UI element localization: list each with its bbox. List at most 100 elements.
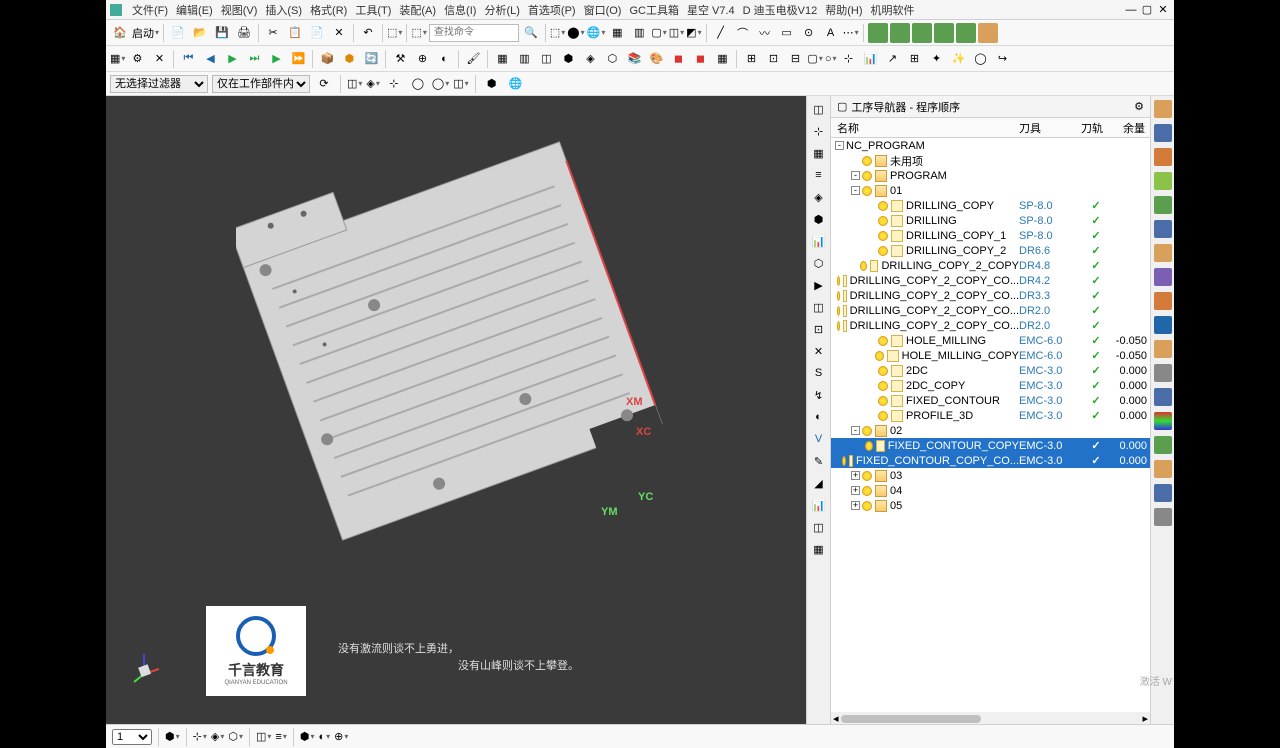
graphics-viewport[interactable]: XM XC YC YM 千言教育 QIANYAN EDUCATION 没有激流则… [106,96,806,724]
col-tool[interactable]: 刀具 [1019,120,1081,136]
menu-item[interactable]: 格式(R) [306,0,351,20]
excel4-icon[interactable] [934,23,954,43]
bt2-dropdown[interactable]: ⊹▾ [193,730,207,743]
pin-icon[interactable]: ▢ [837,100,847,113]
prev-start-icon[interactable]: ⏮ [178,49,198,69]
wire-dropdown[interactable]: ◫▾ [669,26,684,39]
curve-icon[interactable]: ⊙ [799,23,819,43]
tree-row[interactable]: DRILLING_COPY_2_COPY_CO...DR2.0✓ [831,318,1150,333]
view-globe-dropdown[interactable]: 🌐▾ [587,26,606,39]
snap2-dropdown[interactable]: ◈▾ [366,77,379,90]
rs8-icon[interactable] [1154,268,1172,286]
view-sphere-dropdown[interactable]: ⬤▾ [567,26,584,39]
snap4-icon[interactable]: ◯ [408,74,428,94]
render-dropdown[interactable]: ▢▾ [651,26,666,39]
step-icon[interactable]: ⏩ [288,49,308,69]
op4-icon[interactable]: ⬢ [558,49,578,69]
line-icon[interactable]: ╱ [711,23,731,43]
op10-icon[interactable]: ◼ [690,49,710,69]
excel2-icon[interactable] [890,23,910,43]
operation-tree[interactable]: -NC_PROGRAM未用项-PROGRAM-01DRILLING_COPYSP… [831,138,1150,712]
menu-item[interactable]: 装配(A) [395,0,440,20]
strip-s13-icon[interactable]: ✎ [810,452,828,470]
print-icon[interactable]: 🖨 [234,23,254,43]
menu-item[interactable]: 首选项(P) [524,0,580,20]
snap6-dropdown[interactable]: ◫▾ [453,77,468,90]
close-button[interactable]: ✕ [1156,3,1170,17]
menu-item[interactable]: 窗口(O) [580,0,626,20]
strip-s10-icon[interactable]: ↯ [810,386,828,404]
menu-item[interactable]: 分析(L) [480,0,523,20]
arrow-icon[interactable]: ↪ [993,49,1013,69]
tree-row[interactable]: DRILLINGSP-8.0✓ [831,213,1150,228]
wand-icon[interactable]: ✨ [949,49,969,69]
create-tool-icon[interactable]: ⚙ [127,49,147,69]
scope-filter-select[interactable]: 仅在工作部件内 [212,75,310,93]
menu-item[interactable]: 编辑(E) [172,0,217,20]
strip-layer-icon[interactable]: ≡ [810,166,828,184]
search-icon[interactable]: 🔍 [521,23,541,43]
brush-icon[interactable]: 🖌 [463,49,483,69]
op2-icon[interactable]: ▥ [514,49,534,69]
menu-item[interactable]: 星空 V7.4 [683,0,739,20]
gear-icon[interactable]: ⚙ [1134,100,1144,113]
strip-s9-icon[interactable]: S [810,364,828,382]
copy-icon[interactable]: 📋 [285,23,305,43]
snap7-icon[interactable]: ⬢ [482,74,502,94]
undo-icon[interactable]: ↶ [358,23,378,43]
view-cube-dropdown[interactable]: ⬚▾ [550,26,565,39]
tree-row[interactable]: DRILLING_COPY_2_COPY_CO...DR4.2✓ [831,273,1150,288]
rs17-icon[interactable] [1154,484,1172,502]
rs10-icon[interactable] [1154,316,1172,334]
op9-icon[interactable]: ◼ [668,49,688,69]
bt3-dropdown[interactable]: ◈▾ [211,730,224,743]
strip-s14-icon[interactable]: ◢ [810,474,828,492]
rs1-icon[interactable] [1154,100,1172,118]
strip-s1-icon[interactable]: ◈ [810,188,828,206]
rs7-icon[interactable] [1154,244,1172,262]
excel5-icon[interactable] [956,23,976,43]
turn-icon[interactable]: ◐ [434,49,454,69]
col-extra[interactable]: 余量 [1111,120,1149,136]
generate-icon[interactable]: 📦 [317,49,337,69]
maximize-button[interactable]: ▢ [1140,3,1154,17]
op3-icon[interactable]: ◫ [536,49,556,69]
tree-row[interactable]: DRILLING_COPY_2_COPY_CO...DR2.0✓ [831,303,1150,318]
strip-s4-icon[interactable]: ⬡ [810,254,828,272]
create-geom-icon[interactable]: ✕ [149,49,169,69]
rs13-icon[interactable] [1154,388,1172,406]
op5-icon[interactable]: ◈ [580,49,600,69]
circle-dropdown[interactable]: ○▾ [825,53,837,65]
rs18-icon[interactable] [1154,508,1172,526]
tree-row[interactable]: 2DC_COPYEMC-3.0✓0.000 [831,378,1150,393]
tree-row[interactable]: FIXED_CONTOUREMC-3.0✓0.000 [831,393,1150,408]
tree-row[interactable]: -PROGRAM [831,168,1150,183]
rs2-icon[interactable] [1154,124,1172,142]
strip-tree-icon[interactable]: ⊹ [810,122,828,140]
col-path[interactable]: 刀轨 [1081,120,1111,136]
text-icon[interactable]: A [821,23,841,43]
save-icon[interactable]: 💾 [212,23,232,43]
minimize-button[interactable]: — [1124,3,1138,17]
col-name[interactable]: 名称 [831,120,1019,136]
filter-sync-icon[interactable]: ⟳ [314,74,334,94]
strip-s7-icon[interactable]: ⊡ [810,320,828,338]
more-dropdown[interactable]: ⋯▾ [843,26,859,39]
tree-row[interactable]: +04 [831,483,1150,498]
menu-item[interactable]: D 迪玉电极V12 [739,0,822,20]
op1-icon[interactable]: ▦ [492,49,512,69]
sheet-icon[interactable]: ▥ [629,23,649,43]
rs12-icon[interactable] [1154,364,1172,382]
play-icon[interactable]: ▶ [266,49,286,69]
rs15-icon[interactable] [1154,436,1172,454]
op6-icon[interactable]: ⬡ [602,49,622,69]
menu-item[interactable]: 插入(S) [261,0,306,20]
op11-icon[interactable]: ▦ [712,49,732,69]
menu-item[interactable]: 视图(V) [217,0,262,20]
snap1-dropdown[interactable]: ◫▾ [347,77,362,90]
home-icon[interactable]: 🏠 [110,23,130,43]
rs11-icon[interactable] [1154,340,1172,358]
menu-item[interactable]: 帮助(H) [821,0,866,20]
tree-row[interactable]: HOLE_MILLINGEMC-6.0✓-0.050 [831,333,1150,348]
tree-row[interactable]: 2DCEMC-3.0✓0.000 [831,363,1150,378]
